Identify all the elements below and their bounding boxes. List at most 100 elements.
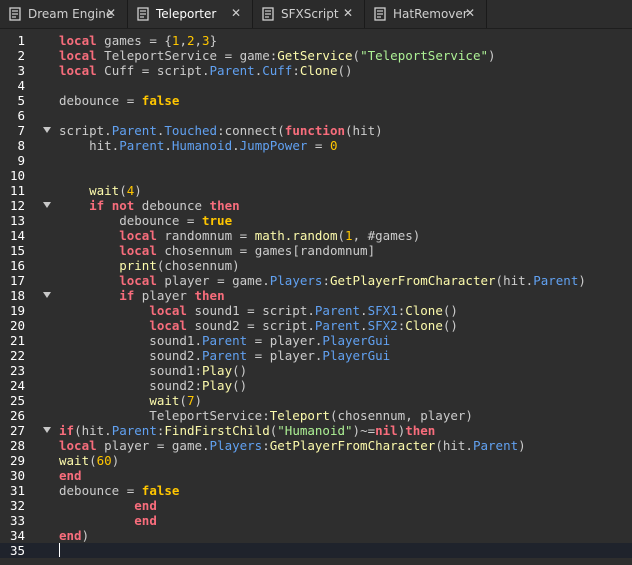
- code-line[interactable]: 8 hit.Parent.Humanoid.JumpPower = 0: [0, 138, 632, 153]
- code-text: end): [59, 528, 89, 543]
- code-token: Parent: [202, 348, 248, 363]
- code-token: Parent: [314, 303, 361, 318]
- code-line[interactable]: 29 wait(60): [0, 453, 632, 468]
- close-icon[interactable]: ✕: [342, 7, 354, 19]
- code-token: sound2.: [59, 348, 202, 363]
- code-line[interactable]: 2 local TeleportService = game:GetService…: [0, 48, 632, 63]
- code-token: print: [119, 258, 157, 273]
- code-token: function: [284, 123, 346, 138]
- line-number: 5: [17, 93, 25, 108]
- code-token: then: [405, 423, 436, 438]
- fold-arrow-icon[interactable]: [43, 292, 51, 298]
- code-token: Cuff = script.: [96, 63, 210, 78]
- code-text: sound2.Parent = player.PlayerGui: [59, 348, 390, 363]
- code-line[interactable]: 1 local games = {1,2,3}: [0, 33, 632, 48]
- code-line[interactable]: 28 local player = game.Players:GetPlayerF…: [0, 438, 632, 453]
- code-token: randomnum =: [156, 228, 255, 243]
- tab-dream-engine[interactable]: Dream Engine ✕: [0, 0, 128, 28]
- code-token: JumpPower: [239, 138, 308, 153]
- code-token: local: [59, 63, 97, 78]
- code-line[interactable]: 20 local sound2 = script.Parent.SFX2:Clo…: [0, 318, 632, 333]
- line-number: 2: [17, 48, 25, 63]
- code-text: if(hit.Parent:FindFirstChild("Humanoid")…: [59, 423, 435, 438]
- code-token: Parent: [202, 333, 248, 348]
- code-token: Parent: [472, 438, 519, 453]
- code-token: not: [111, 198, 135, 213]
- code-token: games = {: [96, 33, 172, 48]
- tab-sfxscript[interactable]: SFXScript ✕: [253, 0, 365, 28]
- code-line[interactable]: 27 if(hit.Parent:FindFirstChild("Humanoid…: [0, 423, 632, 438]
- code-line[interactable]: 24 sound2:Play(): [0, 378, 632, 393]
- code-token: =: [307, 138, 330, 153]
- code-line[interactable]: 11 wait(4): [0, 183, 632, 198]
- fold-arrow-icon[interactable]: [43, 427, 51, 433]
- code-line[interactable]: 16 print(chosennum): [0, 258, 632, 273]
- code-line[interactable]: 9: [0, 153, 632, 168]
- code-line[interactable]: 13 debounce = true: [0, 213, 632, 228]
- code-line[interactable]: 6: [0, 108, 632, 123]
- code-line[interactable]: 26 TeleportService:Teleport(chosennum, p…: [0, 408, 632, 423]
- close-icon[interactable]: ✕: [105, 7, 117, 19]
- line-number: 19: [9, 303, 25, 318]
- code-token: ): [111, 453, 120, 468]
- code-line[interactable]: 23 sound1:Play(): [0, 363, 632, 378]
- tab-hatremover[interactable]: HatRemover ✕: [365, 0, 487, 28]
- code-token: debounce =: [59, 483, 142, 498]
- code-token: ): [578, 273, 586, 288]
- code-line[interactable]: 5 debounce = false: [0, 93, 632, 108]
- code-line[interactable]: 10: [0, 168, 632, 183]
- code-line[interactable]: 21 sound1.Parent = player.PlayerGui: [0, 333, 632, 348]
- code-line[interactable]: 33 end: [0, 513, 632, 528]
- code-line[interactable]: 35: [0, 543, 632, 558]
- close-icon[interactable]: ✕: [230, 7, 242, 19]
- code-token: GetService: [277, 48, 353, 63]
- code-token: "Humanoid": [277, 423, 353, 438]
- code-text: end: [59, 513, 157, 528]
- code-text: local chosennum = games[randomnum]: [59, 243, 375, 258]
- line-number: 13: [9, 213, 25, 228]
- code-line[interactable]: 31 debounce = false: [0, 483, 632, 498]
- fold-arrow-icon[interactable]: [43, 202, 51, 208]
- line-number: 4: [17, 78, 25, 93]
- code-token: )~=: [352, 423, 376, 438]
- code-line[interactable]: 34 end): [0, 528, 632, 543]
- tab-teleporter[interactable]: Teleporter ✕: [128, 0, 253, 28]
- code-token: wait: [89, 183, 120, 198]
- code-line[interactable]: 4: [0, 78, 632, 93]
- code-token: Players: [269, 273, 323, 288]
- code-line[interactable]: 30 end: [0, 468, 632, 483]
- code-token: "TeleportService": [360, 48, 488, 63]
- code-line[interactable]: 14 local randomnum = math.random(1, #gam…: [0, 228, 632, 243]
- code-line[interactable]: 7 script.Parent.Touched:connect(function(…: [0, 123, 632, 138]
- code-token: ): [194, 393, 203, 408]
- line-number: 3: [17, 63, 25, 78]
- code-line[interactable]: 3 local Cuff = script.Parent.Cuff:Clone(): [0, 63, 632, 78]
- code-token: sound2:: [59, 378, 202, 393]
- code-token: (hit.: [435, 438, 473, 453]
- code-token: player = game.: [156, 273, 270, 288]
- code-token: local: [149, 318, 187, 333]
- code-token: TeleportService:: [59, 408, 270, 423]
- fold-arrow-icon[interactable]: [43, 127, 51, 133]
- code-text: [59, 543, 60, 558]
- line-number: 23: [9, 363, 25, 378]
- code-editor[interactable]: 1 local games = {1,2,3} 2 local TeleportSer…: [0, 29, 632, 565]
- code-text: hit.Parent.Humanoid.JumpPower = 0: [59, 138, 337, 153]
- code-token: GetPlayerFromCharacter: [329, 273, 496, 288]
- code-line[interactable]: 32 end: [0, 498, 632, 513]
- code-text: debounce = true: [59, 213, 232, 228]
- code-line[interactable]: 19 local sound1 = script.Parent.SFX1:Clo…: [0, 303, 632, 318]
- code-line[interactable]: 15 local chosennum = games[randomnum]: [0, 243, 632, 258]
- code-line[interactable]: 12 if not debounce then: [0, 198, 632, 213]
- code-line[interactable]: 17 local player = game.Players:GetPlayer…: [0, 273, 632, 288]
- close-icon[interactable]: ✕: [464, 7, 476, 19]
- code-line[interactable]: 18 if player then: [0, 288, 632, 303]
- code-line[interactable]: 25 wait(7): [0, 393, 632, 408]
- code-text: script.Parent.Touched:connect(function(h…: [59, 123, 383, 138]
- code-line[interactable]: 22 sound2.Parent = player.PlayerGui: [0, 348, 632, 363]
- code-token: (: [119, 183, 127, 198]
- line-number: 17: [9, 273, 25, 288]
- code-token: debounce =: [59, 213, 202, 228]
